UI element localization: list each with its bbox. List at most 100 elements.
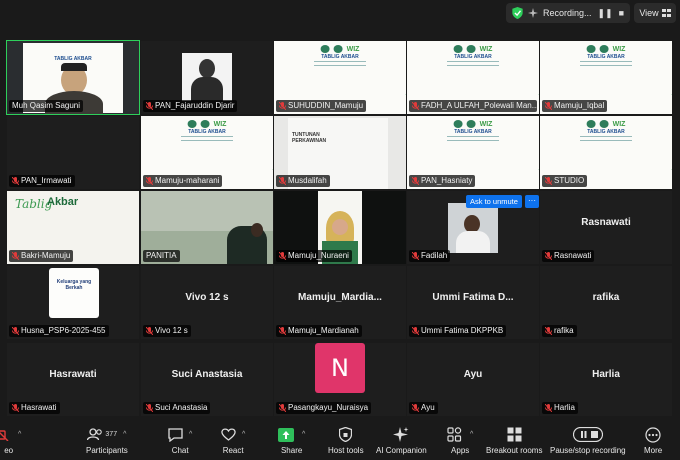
muted-mic-icon xyxy=(279,404,286,412)
participant-tile[interactable]: N Pasangkayu_Nuraisya xyxy=(274,343,406,416)
participant-tile[interactable]: PAN_Irmawati xyxy=(7,116,139,189)
profile-picture-text: Keluarga yang Berkah xyxy=(56,279,92,291)
muted-mic-icon xyxy=(146,404,153,412)
participant-tile[interactable]: WIZ TABLIG AKBAR PAN_Hasniaty xyxy=(407,116,539,189)
video-button[interactable]: ^ eo xyxy=(0,426,21,455)
share-caret-icon[interactable]: ^ xyxy=(302,431,305,438)
participant-name-tag: Vivo 12 s xyxy=(143,325,191,337)
participant-tile[interactable]: PANITIA xyxy=(141,191,273,264)
host-tools-button[interactable]: Host tools xyxy=(328,426,364,455)
participant-tile[interactable]: WIZ TABLIG AKBAR STUDIO xyxy=(540,116,672,189)
muted-mic-icon xyxy=(545,252,552,260)
participant-display-name: Mamuju_Mardia... xyxy=(298,292,382,303)
share-button[interactable]: ^ Share xyxy=(278,426,305,455)
react-button[interactable]: ^ React xyxy=(221,426,245,455)
participant-tile[interactable]: Suci Anastasia Suci Anastasia xyxy=(141,343,273,416)
ai-companion-button[interactable]: AI Companion xyxy=(376,426,427,455)
breakout-icon xyxy=(507,427,522,442)
participant-tile[interactable]: Harlia Harlia xyxy=(540,343,672,416)
ask-to-unmute-button[interactable]: Ask to unmute xyxy=(466,195,522,208)
profile-picture: Keluarga yang Berkah xyxy=(49,268,99,318)
muted-mic-icon xyxy=(146,177,153,185)
tile-more-options-button[interactable]: ··· xyxy=(525,195,539,208)
more-label: More xyxy=(644,446,663,455)
participant-name-tag: Musdalifah xyxy=(276,175,330,187)
participant-name-tag: SUHUDDIN_Mamuju xyxy=(276,100,367,112)
slide-title: TABLIG AKBAR xyxy=(54,56,92,62)
slide-title: TABLIG AKBAR xyxy=(454,54,492,60)
view-button[interactable]: View xyxy=(634,3,676,23)
apps-label: Apps xyxy=(451,446,470,455)
participant-name-tag: Rasnawati xyxy=(542,250,595,262)
apps-icon xyxy=(447,427,462,442)
muted-mic-icon xyxy=(412,252,419,260)
participant-name-tag: Mamuju_Nuraeni xyxy=(276,250,352,262)
participant-tile[interactable]: WIZ TABLIG AKBAR SUHUDDIN_Mamuju xyxy=(274,41,406,114)
slide-title: TABLIG AKBAR xyxy=(188,129,226,135)
participant-tile[interactable]: Mamuju_Nuraeni xyxy=(274,191,406,264)
video-caret-icon[interactable]: ^ xyxy=(18,431,21,438)
muted-mic-icon xyxy=(12,177,19,185)
participants-button[interactable]: 377 ^ Participants xyxy=(86,426,128,455)
participant-display-name: Rasnawati xyxy=(581,217,631,228)
participant-tile[interactable]: Hasrawati Hasrawati xyxy=(7,343,139,416)
participant-tile[interactable]: Tablig Akbar Bakri-Mamuju xyxy=(7,191,139,264)
host-tools-label: Host tools xyxy=(328,446,364,455)
heart-icon xyxy=(221,428,236,441)
participant-tile[interactable]: TUNTUNAN PERKAWINAN Musdalifah xyxy=(274,116,406,189)
participant-tile[interactable]: TABLIG AKBAR Muh Qasim Saguni xyxy=(6,40,140,115)
participant-tile[interactable]: WIZ TABLIG AKBAR Mamuju_Iqbal xyxy=(540,41,672,114)
stop-recording-icon[interactable]: ■ xyxy=(619,8,624,18)
participant-tile[interactable]: Ummi Fatima D... Ummi Fatima DKPPKB xyxy=(407,266,539,339)
avatar: N xyxy=(315,343,365,393)
chat-button[interactable]: ^ Chat xyxy=(168,426,192,455)
slide-title: TABLIG AKBAR xyxy=(321,54,359,60)
ai-sparkle-icon xyxy=(528,8,538,18)
muted-mic-icon xyxy=(545,327,552,335)
breakout-rooms-label: Breakout rooms xyxy=(486,446,543,455)
more-button[interactable]: More xyxy=(644,426,662,455)
participant-name-tag: Ummi Fatima DKPPKB xyxy=(409,325,507,337)
participant-name-tag: FADH_A ULFAH_Polewali Man... xyxy=(409,100,537,112)
encryption-shield-icon xyxy=(512,7,523,19)
react-caret-icon[interactable]: ^ xyxy=(242,431,245,438)
participant-tile[interactable]: WIZ TABLIG AKBAR FADH_A ULFAH_Polewali M… xyxy=(407,41,539,114)
participants-icon xyxy=(87,428,103,441)
participants-caret-icon[interactable]: ^ xyxy=(123,431,126,438)
participant-tile[interactable]: Vivo 12 s Vivo 12 s xyxy=(141,266,273,339)
participant-name-tag: Suci Anastasia xyxy=(143,402,211,414)
recording-indicator[interactable]: Recording... ❚❚ ■ xyxy=(506,3,630,23)
video-off-icon xyxy=(0,429,9,441)
muted-mic-icon xyxy=(279,252,286,260)
chat-label: Chat xyxy=(171,446,189,455)
breakout-rooms-button[interactable]: Breakout rooms xyxy=(486,426,542,455)
participant-tile[interactable]: Keluarga yang Berkah Husna_PSP6-2025-455 xyxy=(7,266,139,339)
muted-mic-icon xyxy=(12,252,19,260)
participant-display-name: Ayu xyxy=(463,369,483,380)
participant-name-tag: Pasangkayu_Nuraisya xyxy=(276,402,372,414)
participant-display-name: Ummi Fatima D... xyxy=(432,292,514,303)
apps-button[interactable]: ^ Apps xyxy=(447,426,473,455)
chat-icon xyxy=(168,427,183,442)
ai-companion-label: AI Companion xyxy=(376,446,427,455)
participant-tile[interactable]: Rasnawati Rasnawati xyxy=(540,191,672,264)
pause-recording-icon[interactable]: ❚❚ xyxy=(598,8,613,19)
participant-tile[interactable]: WIZ TABLIG AKBAR Mamuju-maharani xyxy=(141,116,273,189)
participant-name-tag: Hasrawati xyxy=(9,402,60,414)
participant-name-tag: Mamuju_Mardianah xyxy=(276,325,362,337)
apps-caret-icon[interactable]: ^ xyxy=(470,431,473,438)
participant-tile[interactable]: rafika rafika xyxy=(540,266,672,339)
participant-name-tag: Husna_PSP6-2025-455 xyxy=(9,325,109,337)
meeting-toolbar: ^ eo 377 ^ Participants ^ Chat ^ React ^… xyxy=(0,421,680,460)
participant-tile[interactable]: Ayu Ayu xyxy=(407,343,539,416)
sparkle-icon xyxy=(393,426,409,442)
participant-tile[interactable]: PAN_Fajaruddin Djarir xyxy=(141,41,273,114)
pause-stop-recording-button[interactable]: Pause/stop recording xyxy=(550,426,626,455)
shield-icon xyxy=(339,427,353,442)
profile-photo xyxy=(182,53,232,101)
muted-mic-icon xyxy=(12,404,19,412)
participant-tile[interactable]: Mamuju_Mardia... Mamuju_Mardianah xyxy=(274,266,406,339)
video-label: eo xyxy=(4,446,14,455)
muted-mic-icon xyxy=(146,327,153,335)
chat-caret-icon[interactable]: ^ xyxy=(189,431,192,438)
